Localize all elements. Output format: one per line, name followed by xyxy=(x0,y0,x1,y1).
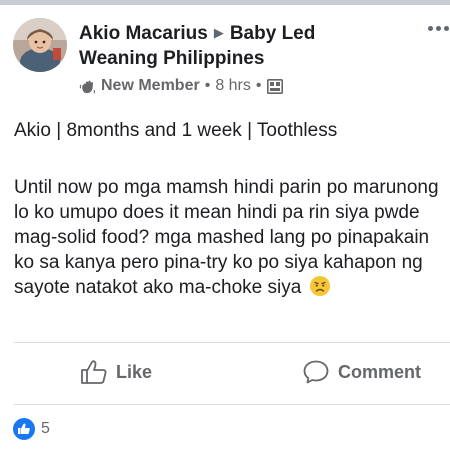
meta-separator-2: • xyxy=(255,77,262,94)
comment-icon xyxy=(303,360,329,384)
like-reaction-icon xyxy=(13,418,35,440)
divider xyxy=(14,342,450,343)
group-name-part2[interactable]: Weaning Philippines xyxy=(79,46,379,72)
post-header: Akio Macarius ▶ Baby Led xyxy=(79,20,419,47)
group-privacy-icon xyxy=(266,78,283,94)
post-text-paragraph: Until now po mga mamsh hindi parin po ma… xyxy=(14,175,444,300)
divider-2 xyxy=(14,404,450,405)
arrow-right-icon: ▶ xyxy=(213,25,224,40)
avatar[interactable] xyxy=(13,18,67,72)
new-member-badge: New Member xyxy=(101,77,200,94)
group-name-part1[interactable]: Baby Led xyxy=(230,23,316,44)
like-button[interactable]: Like xyxy=(80,357,152,387)
post-text-line1: Akio | 8months and 1 week | Toothless xyxy=(14,120,338,141)
reactions-summary[interactable]: 5 xyxy=(13,418,50,440)
post-text-body: Until now po mga mamsh hindi parin po ma… xyxy=(14,177,439,298)
thumbs-up-icon xyxy=(81,360,107,384)
author-name[interactable]: Akio Macarius xyxy=(79,23,208,44)
meta-separator: • xyxy=(204,77,211,94)
comment-label: Comment xyxy=(338,361,422,382)
more-options-icon[interactable] xyxy=(428,26,449,31)
reaction-count: 5 xyxy=(41,420,50,437)
post-time[interactable]: 8 hrs xyxy=(215,77,251,95)
waving-hand-icon xyxy=(79,80,96,94)
comment-button[interactable]: Comment xyxy=(302,357,421,387)
like-label: Like xyxy=(116,361,153,382)
post-meta: New Member • 8 hrs • xyxy=(79,75,283,97)
disappointed-face-icon xyxy=(309,276,330,296)
post-card: Akio Macarius ▶ Baby Led Weaning Philippin… xyxy=(0,0,450,450)
